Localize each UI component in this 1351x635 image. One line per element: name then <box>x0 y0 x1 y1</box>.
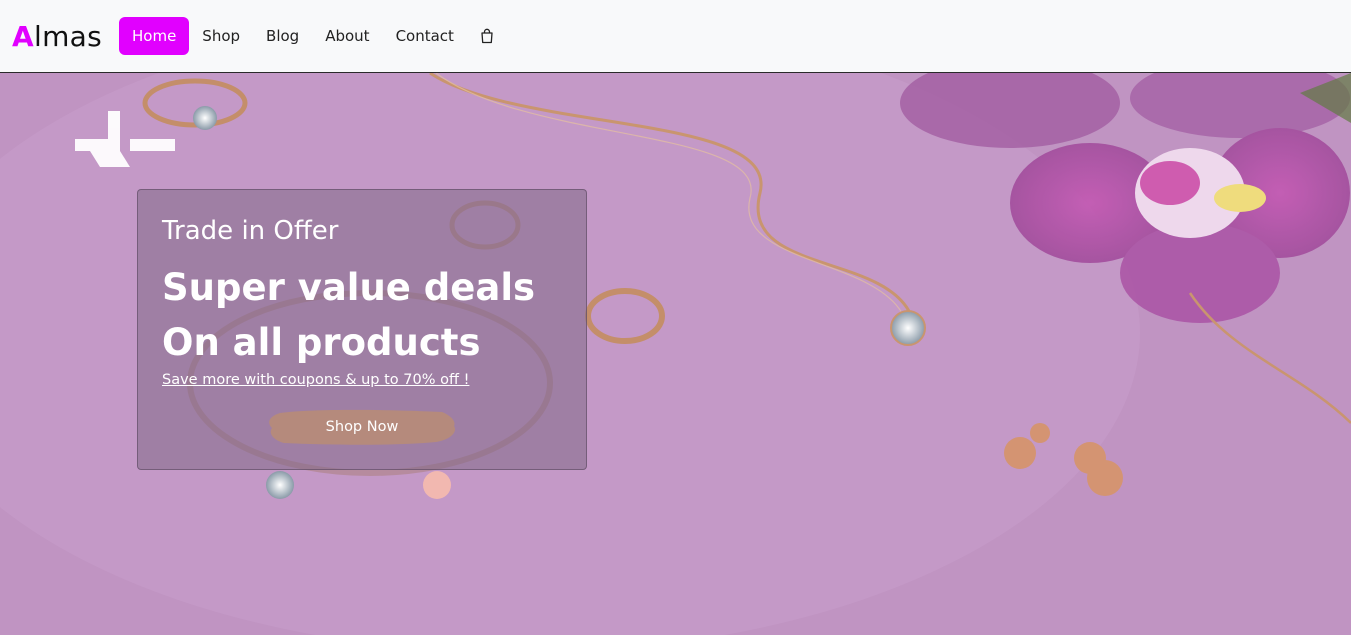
nav-about-link[interactable]: About <box>312 17 382 55</box>
nav-shop-link[interactable]: Shop <box>189 17 253 55</box>
shop-now-button[interactable]: Shop Now <box>266 408 458 446</box>
nav-home-link[interactable]: Home <box>119 17 190 55</box>
brand-logo[interactable]: Almas <box>12 19 102 55</box>
top-navbar: Almas Home Shop Blog About Contact <box>0 0 1351 73</box>
shopping-bag-icon[interactable] <box>479 28 495 44</box>
offer-card: Trade in Offer Super value deals On all … <box>137 189 587 470</box>
offer-kicker: Trade in Offer <box>162 216 339 246</box>
shop-now-label: Shop Now <box>325 419 399 435</box>
nav-contact-link[interactable]: Contact <box>383 17 467 55</box>
offer-title-line1: Super value deals <box>162 266 536 309</box>
hero-banner: Trade in Offer Super value deals On all … <box>0 73 1351 635</box>
nav-blog-link[interactable]: Blog <box>253 17 312 55</box>
offer-title: Super value deals On all products <box>162 260 535 370</box>
offer-title-line2: On all products <box>162 321 481 364</box>
offer-subtitle-link[interactable]: Save more with coupons & up to 70% off ! <box>162 372 469 388</box>
nav-links: Home Shop Blog About Contact <box>119 17 495 55</box>
